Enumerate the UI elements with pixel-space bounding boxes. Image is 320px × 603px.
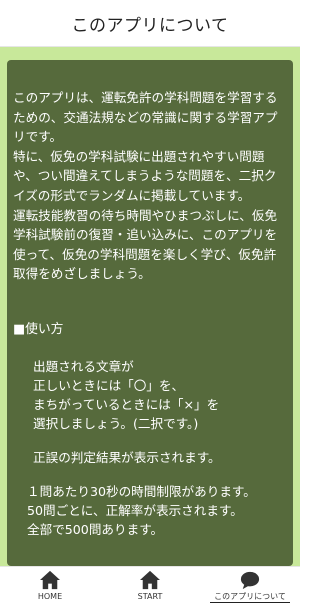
rule-line: 全部で500問あります。 xyxy=(27,521,164,537)
usage-line: 選択しましょう。(二択です。) xyxy=(33,415,199,431)
judge-text: 正誤の判定結果が表示されます。 xyxy=(33,449,221,465)
intro-paragraph-2: 特に、仮免の学科試験に出題されやすい問題や、つい間違えてしまうような問題を、二択… xyxy=(13,148,277,203)
rule-line: 50問ごとに、正解率が表示されます。 xyxy=(27,502,243,518)
usage-line: 正しいときには「〇」を、 xyxy=(33,377,185,393)
gap xyxy=(33,433,287,448)
house-icon xyxy=(140,570,160,590)
usage-title: ■使い方 xyxy=(13,321,64,337)
page-title: このアプリについて xyxy=(71,15,229,36)
about-text: このアプリは、運転免許の学科問題を学習するための、交通法規などの常識に関する学習… xyxy=(13,68,287,539)
tab-home[interactable]: HOME xyxy=(0,567,100,603)
tab-about-label: このアプリについて xyxy=(210,592,290,603)
bottom-tab-bar: HOME START このアプリについて xyxy=(0,566,300,603)
rule-line: １問あたり30秒の時間制限があります。 xyxy=(27,483,256,499)
tab-about[interactable]: このアプリについて xyxy=(200,567,300,603)
speech-bubble-icon xyxy=(240,571,260,590)
usage-section: 出題される文章が 正しいときには「〇」を、 まちがっているときには「×」を 選択… xyxy=(13,357,287,539)
intro-paragraph-3: 運転技能教習の待ち時間やひまつぶしに、仮免学科試験前の復習・追い込みに、このアプ… xyxy=(13,207,278,282)
house-icon xyxy=(40,570,60,590)
about-panel[interactable]: このアプリは、運転免許の学科問題を学習するための、交通法規などの常識に関する学習… xyxy=(7,60,293,566)
intro-paragraph-1: このアプリは、運転免許の学科問題を学習するための、交通法規などの常識に関する学習… xyxy=(13,90,278,145)
tab-home-label: HOME xyxy=(37,592,63,601)
tab-start-label: START xyxy=(137,592,163,601)
tab-start[interactable]: START xyxy=(100,567,200,603)
usage-line: 出題される文章が xyxy=(33,358,134,374)
usage-line: まちがっているときには「×」を xyxy=(33,396,220,412)
top-spacer xyxy=(13,68,287,88)
app-header: このアプリについて xyxy=(0,0,300,47)
gap xyxy=(33,467,287,482)
